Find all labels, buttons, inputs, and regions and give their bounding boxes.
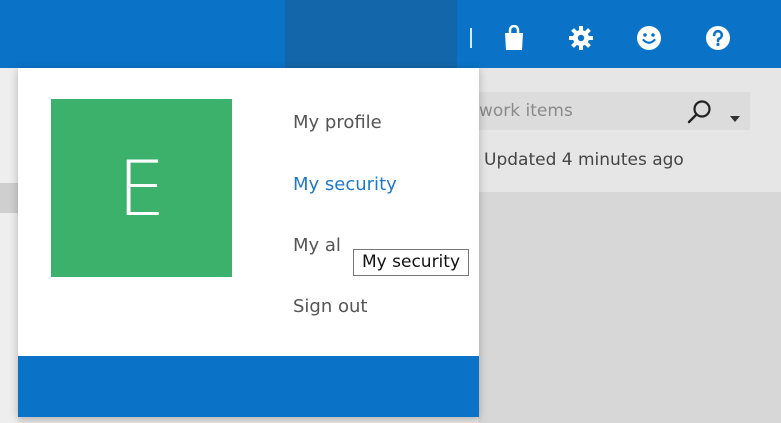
profile-dropdown: E My profile My security My al Sign out <box>18 68 479 417</box>
profile-menu-trigger[interactable] <box>285 0 457 68</box>
last-updated-status: Updated 4 minutes ago <box>484 150 684 170</box>
content-area <box>478 192 781 423</box>
avatar: E <box>51 99 232 277</box>
menu-item-my-profile[interactable]: My profile <box>293 112 382 133</box>
menu-item-sign-out[interactable]: Sign out <box>293 296 367 317</box>
menu-item-my-security[interactable]: My security <box>293 174 397 195</box>
left-nav-strip-highlight <box>0 183 18 213</box>
tooltip: My security <box>353 249 470 276</box>
search-input[interactable]: work items <box>479 101 573 121</box>
search-icon[interactable] <box>686 98 714 126</box>
shopping-bag-icon[interactable] <box>500 24 528 52</box>
page: work items Updated 4 minutes ago E My pr… <box>0 0 781 423</box>
help-icon[interactable] <box>704 24 732 52</box>
menu-item-my-alerts[interactable]: My al <box>293 235 341 256</box>
chevron-down-icon[interactable] <box>730 108 740 122</box>
nav-separator <box>470 28 472 48</box>
gear-icon[interactable] <box>567 24 595 52</box>
left-nav-strip <box>0 68 18 423</box>
smiley-icon[interactable] <box>635 24 663 52</box>
profile-panel-footer <box>18 356 479 417</box>
